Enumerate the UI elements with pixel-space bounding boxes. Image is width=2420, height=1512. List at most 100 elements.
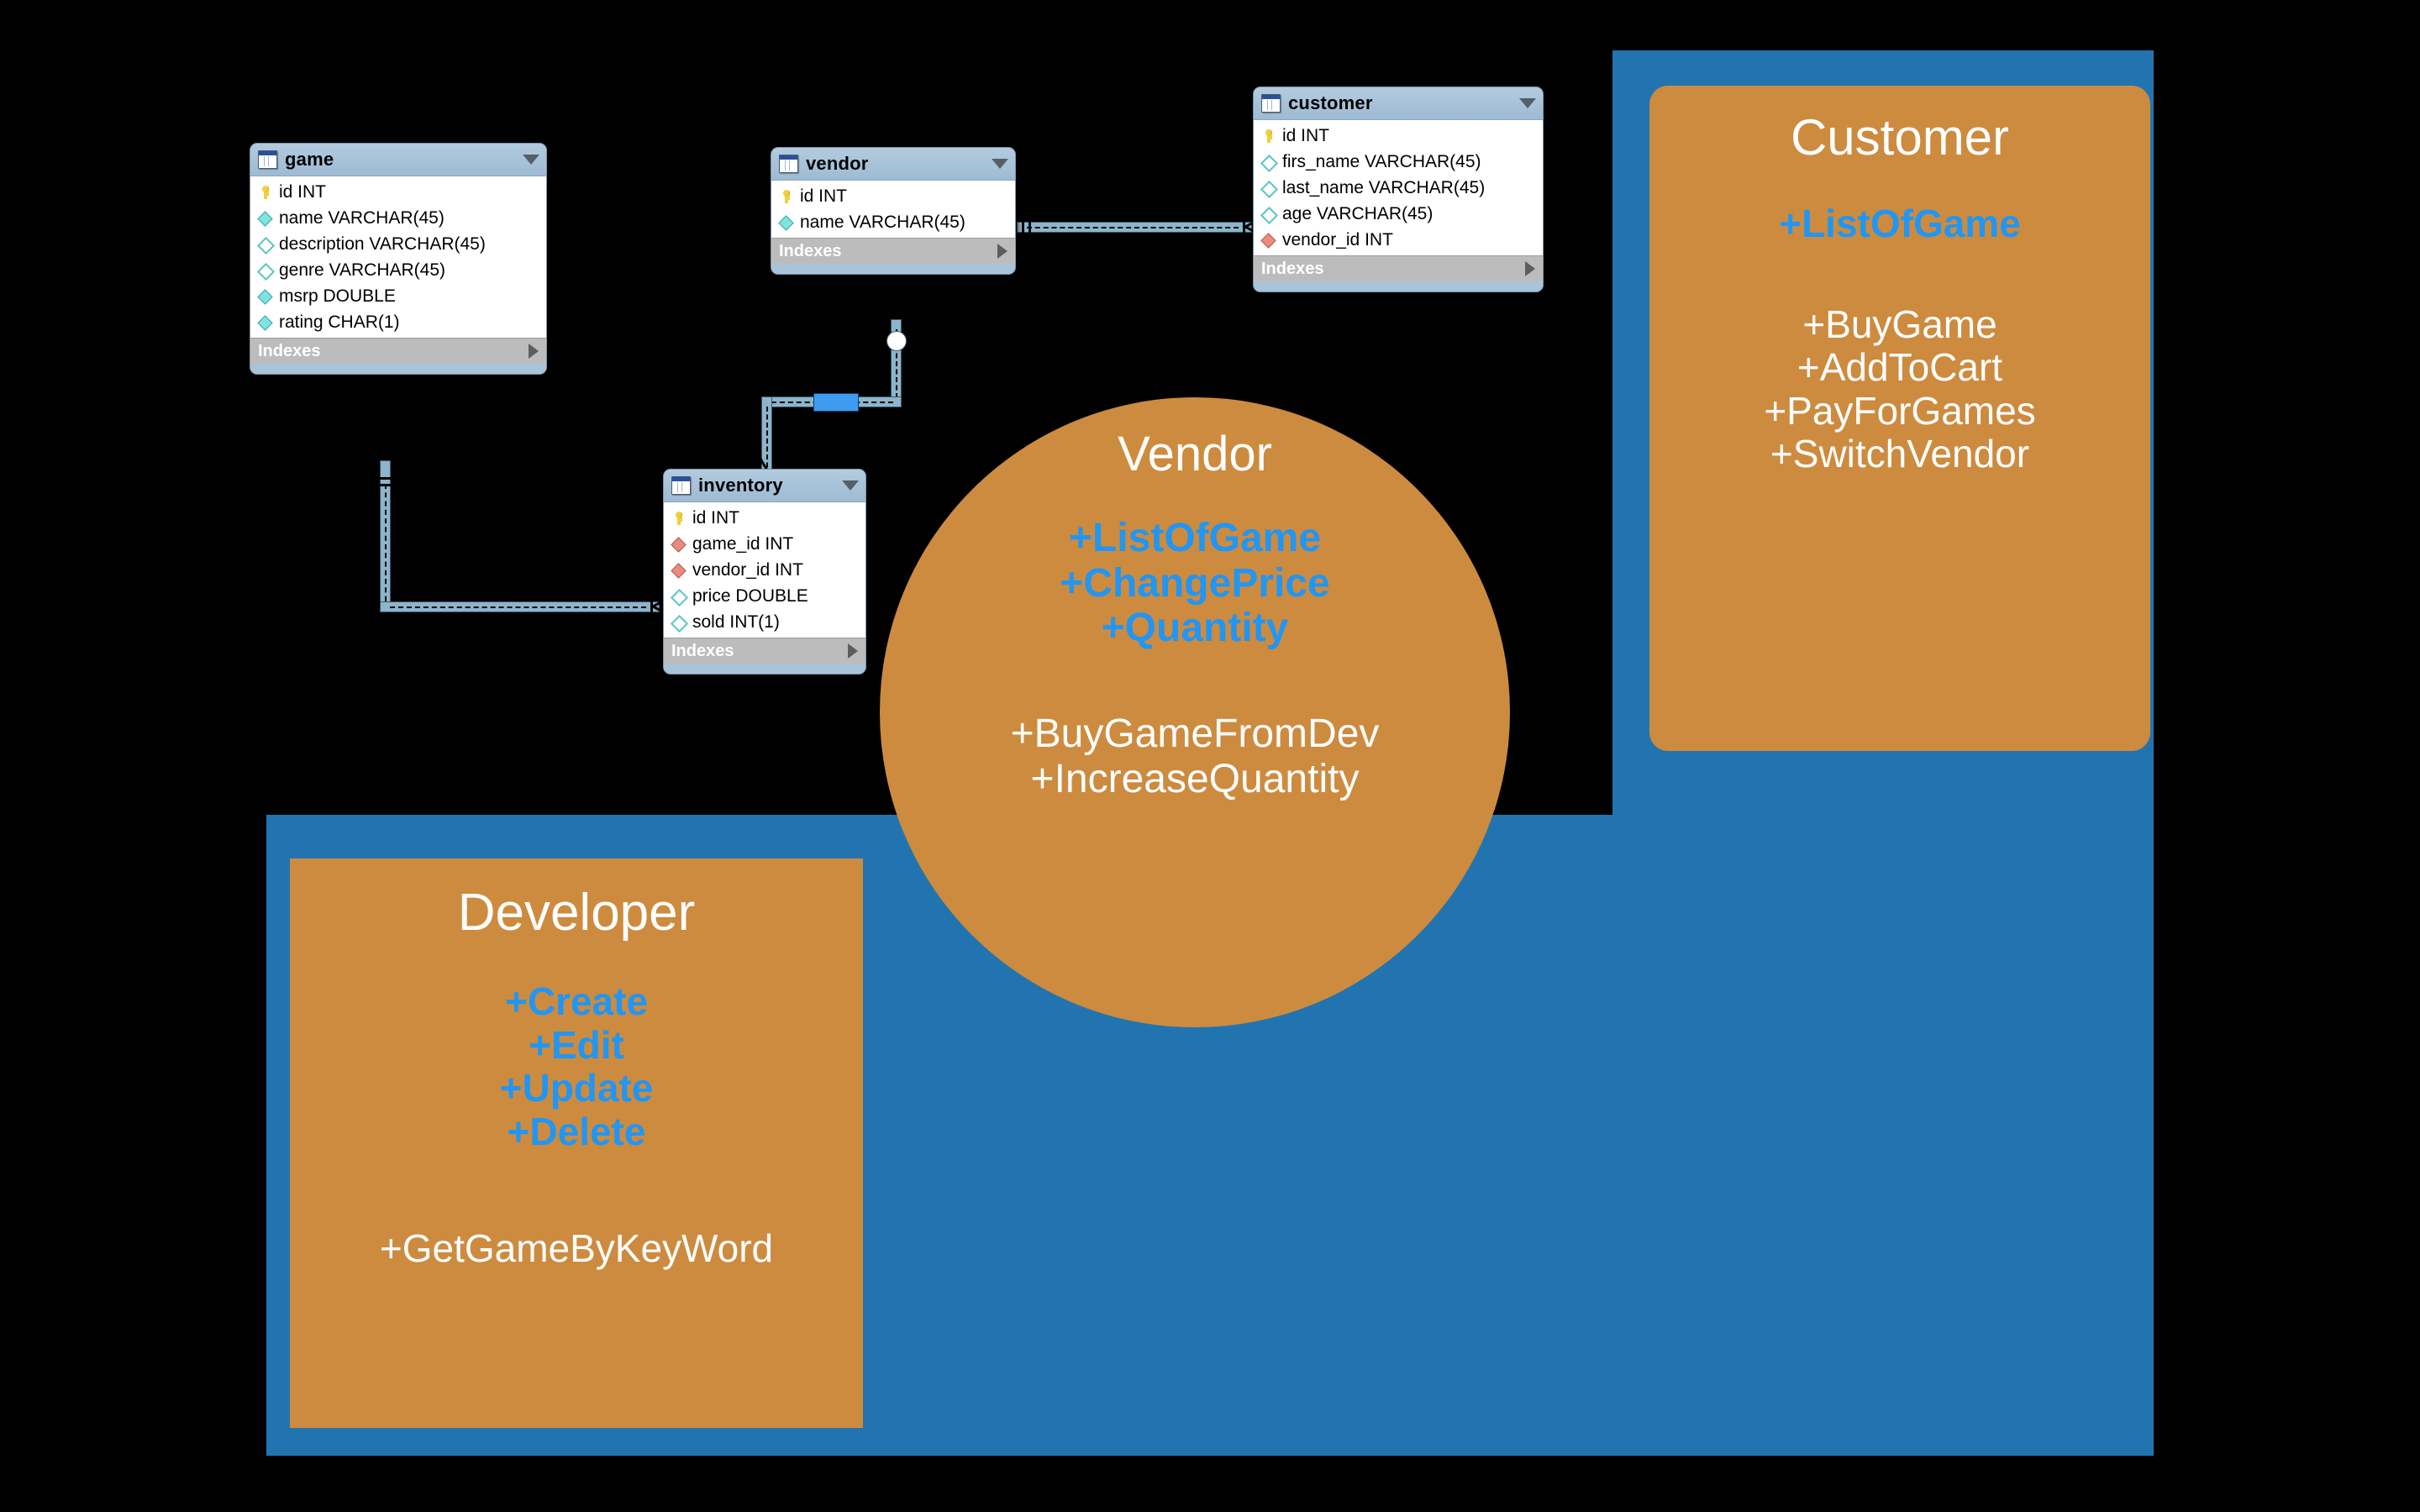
chevron-right-icon[interactable] [529,344,539,359]
er-column[interactable]: sold INT(1) [664,609,865,635]
er-table-name: vendor [806,153,992,175]
chevron-down-icon[interactable] [842,480,859,491]
er-table-name: game [285,149,523,171]
er-table-header[interactable]: game [250,144,546,176]
uml-attribute-list: +ListOfGame +ChangePrice +Quantity [880,516,1510,651]
er-indexes-row[interactable]: Indexes [664,638,865,664]
er-column-label: id INT [692,508,739,528]
er-column-label: price DOUBLE [692,586,808,606]
uml-class-vendor[interactable]: Vendor +ListOfGame +ChangePrice +Quantit… [880,397,1510,1027]
primary-key-icon [1261,129,1276,144]
chevron-down-icon[interactable] [1519,98,1536,108]
hollow-diamond-icon [1261,181,1276,196]
primary-key-icon [779,189,794,204]
table-icon [779,155,798,173]
chevron-right-icon[interactable] [997,244,1007,259]
er-table-header[interactable]: vendor [771,148,1015,181]
er-table-customer[interactable]: customer id INT firs_name VARCHAR(45) la… [1253,87,1544,292]
er-column-label: age VARCHAR(45) [1282,204,1433,224]
filled-diamond-icon [258,289,273,304]
hollow-diamond-icon [671,615,687,630]
er-indexes-label: Indexes [1261,260,1323,279]
er-indexes-row[interactable]: Indexes [1254,255,1543,281]
uml-class-title: Customer [1649,111,2150,164]
uml-operation-list: +BuyGame +AddToCart +PayForGames +Switch… [1649,303,2150,476]
er-table-columns: id INT name VARCHAR(45) [771,181,1015,238]
er-column[interactable]: id INT [250,179,546,205]
hollow-diamond-icon [671,589,687,604]
uml-attribute: +ListOfGame [880,516,1510,561]
er-column[interactable]: price DOUBLE [664,583,865,609]
er-column[interactable]: last_name VARCHAR(45) [1254,175,1543,201]
hollow-diamond-icon [258,237,273,252]
primary-key-icon [671,511,687,526]
chevron-right-icon[interactable] [848,643,858,659]
er-column[interactable]: firs_name VARCHAR(45) [1254,149,1543,175]
er-column[interactable]: vendor_id INT [1254,227,1543,253]
er-table-columns: id INT firs_name VARCHAR(45) last_name V… [1254,120,1543,255]
er-column[interactable]: id INT [1254,123,1543,149]
er-column[interactable]: msrp DOUBLE [250,283,546,309]
er-indexes-label: Indexes [779,242,841,261]
hollow-diamond-icon [258,263,273,278]
er-column[interactable]: description VARCHAR(45) [250,231,546,257]
uml-attribute: +ListOfGame [1649,202,2150,246]
uml-operation: +IncreaseQuantity [880,757,1510,802]
er-column-label: id INT [800,186,847,207]
er-table-header[interactable]: customer [1254,87,1543,120]
chevron-down-icon[interactable] [992,159,1008,169]
er-indexes-row[interactable]: Indexes [250,338,546,364]
uml-operation: +PayForGames [1649,390,2150,433]
uml-attribute: +ChangePrice [880,561,1510,606]
hollow-diamond-icon [1261,155,1276,170]
er-indexes-label: Indexes [258,342,320,361]
table-icon [258,150,277,169]
er-table-game[interactable]: game id INT name VARCHAR(45) description… [250,143,547,375]
uml-attribute: +Update [290,1067,863,1110]
table-icon [1261,94,1281,113]
uml-attribute-list: +Create +Edit +Update +Delete [290,980,863,1153]
er-table-vendor[interactable]: vendor id INT name VARCHAR(45) Indexes [771,147,1016,275]
uml-attribute: +Quantity [880,606,1510,651]
uml-class-title: Developer [290,885,863,940]
er-column[interactable]: name VARCHAR(45) [250,205,546,231]
er-column-label: firs_name VARCHAR(45) [1282,152,1481,172]
filled-diamond-icon [258,211,273,226]
uml-attribute-list: +ListOfGame [1649,202,2150,246]
uml-operation: +SwitchVendor [1649,433,2150,476]
relationship-selected-highlight [813,393,859,412]
er-column-label: name VARCHAR(45) [800,213,965,233]
uml-operation: +GetGameByKeyWord [290,1227,863,1271]
chevron-down-icon[interactable] [523,155,539,165]
er-column[interactable]: id INT [664,505,865,531]
er-table-header[interactable]: inventory [664,470,865,502]
er-table-columns: id INT game_id INT vendor_id INT price D… [664,502,865,638]
er-column[interactable]: rating CHAR(1) [250,309,546,335]
er-column[interactable]: age VARCHAR(45) [1254,201,1543,227]
er-column[interactable]: id INT [771,183,1015,209]
er-column-label: last_name VARCHAR(45) [1282,178,1485,198]
er-column[interactable]: vendor_id INT [664,557,865,583]
diagram-canvas: game id INT name VARCHAR(45) description… [0,0,2420,1512]
er-table-footer-strip [250,364,546,374]
er-table-name: customer [1288,92,1519,114]
uml-attribute: +Create [290,980,863,1024]
uml-attribute: +Delete [290,1110,863,1154]
er-table-name: inventory [698,475,842,496]
er-column[interactable]: game_id INT [664,531,865,557]
er-column[interactable]: name VARCHAR(45) [771,209,1015,235]
filled-diamond-icon [258,315,273,330]
er-table-footer-strip [771,264,1015,274]
chevron-right-icon[interactable] [1525,261,1535,276]
relationship-drag-handle[interactable] [886,331,907,351]
er-table-inventory[interactable]: inventory id INT game_id INT vendor_id I… [663,469,866,675]
er-table-footer-strip [664,664,865,674]
er-table-columns: id INT name VARCHAR(45) description VARC… [250,176,546,338]
uml-class-customer[interactable]: Customer +ListOfGame +BuyGame +AddToCart… [1649,86,2150,751]
foreign-key-icon [671,563,687,578]
filled-diamond-icon [779,215,794,230]
er-indexes-row[interactable]: Indexes [771,238,1015,264]
uml-class-developer[interactable]: Developer +Create +Edit +Update +Delete … [290,858,863,1428]
er-column[interactable]: genre VARCHAR(45) [250,257,546,283]
er-column-label: rating CHAR(1) [279,312,400,333]
